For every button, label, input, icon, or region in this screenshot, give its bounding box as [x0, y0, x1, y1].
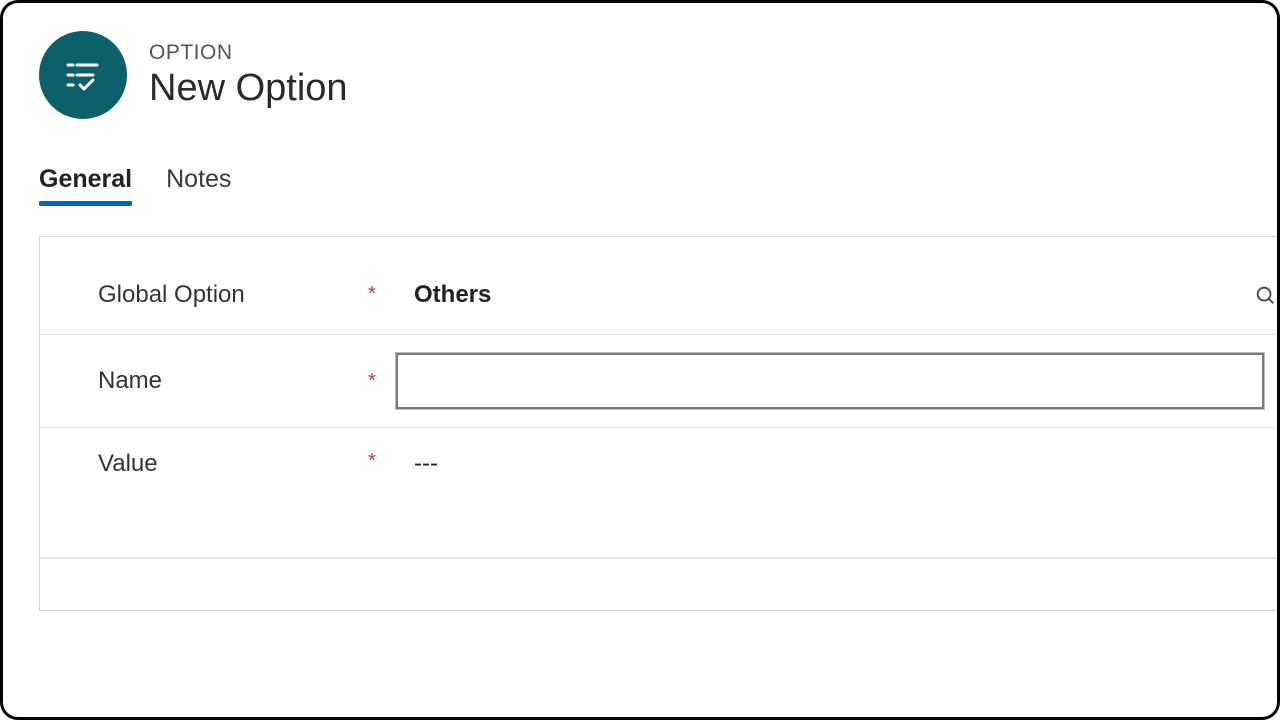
- entity-type-label: OPTION: [149, 41, 348, 65]
- value-cell-name: [396, 353, 1277, 409]
- tab-bar: General Notes: [39, 161, 1277, 202]
- required-marker: *: [368, 370, 396, 393]
- name-input[interactable]: [396, 353, 1264, 409]
- value-field-display[interactable]: ---: [396, 450, 438, 478]
- value-cell-global-option: Others: [396, 281, 1277, 309]
- row-value: Value * ---: [40, 428, 1277, 558]
- global-option-value[interactable]: Others: [396, 281, 491, 309]
- label-global-option: Global Option: [98, 281, 368, 309]
- tab-general[interactable]: General: [39, 161, 132, 202]
- general-panel: Global Option * Others Name * Value * --…: [39, 236, 1277, 611]
- list-check-icon: [63, 55, 103, 95]
- entity-icon-badge: [39, 31, 127, 119]
- form-header: OPTION New Option: [39, 31, 1277, 161]
- row-name: Name *: [40, 335, 1277, 428]
- header-text: OPTION New Option: [149, 41, 348, 110]
- tab-notes[interactable]: Notes: [166, 161, 231, 202]
- label-value: Value: [98, 450, 368, 478]
- required-marker: *: [368, 283, 396, 306]
- panel-footer: [40, 558, 1277, 610]
- lookup-icon[interactable]: [1251, 281, 1277, 309]
- value-cell-value: ---: [396, 450, 1277, 478]
- page-title: New Option: [149, 67, 348, 110]
- row-global-option: Global Option * Others: [40, 255, 1277, 335]
- label-name: Name: [98, 367, 368, 395]
- required-marker: *: [368, 450, 396, 473]
